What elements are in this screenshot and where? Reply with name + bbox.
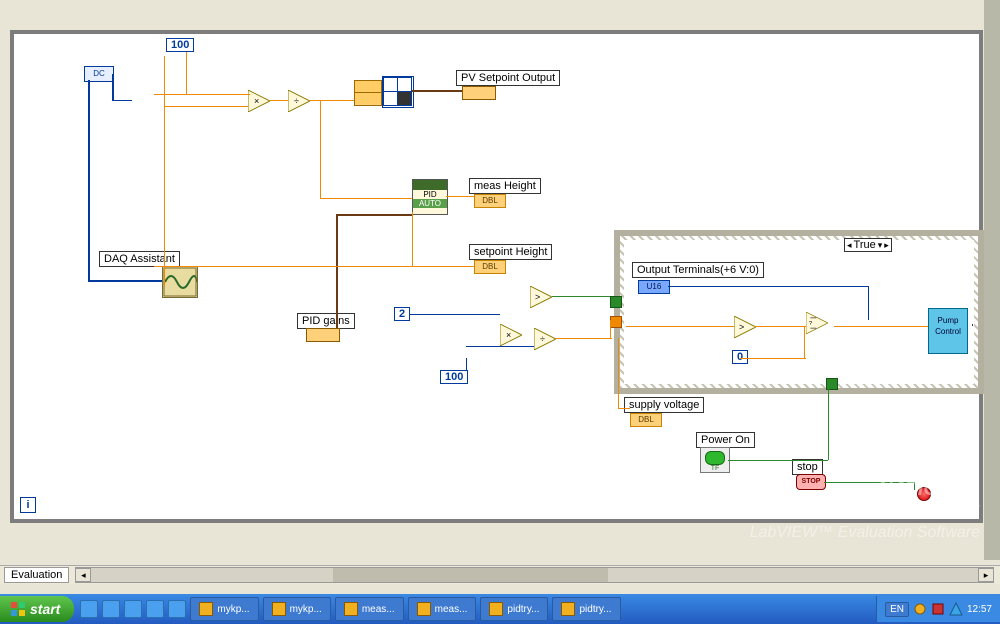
power-on-tf-terminal: TF: [701, 465, 729, 472]
start-label: start: [30, 601, 60, 617]
pid-gains-control[interactable]: [306, 328, 340, 342]
quick-launch-item[interactable]: [102, 600, 120, 618]
app-icon: [344, 602, 358, 616]
multiply-node-1[interactable]: ×: [248, 90, 270, 112]
loop-stop-condition-icon[interactable]: [917, 487, 931, 501]
scroll-right-button[interactable]: ▸: [978, 568, 994, 582]
supply-voltage-dbl-terminal[interactable]: DBL: [630, 413, 662, 427]
app-icon: [561, 602, 575, 616]
pump-control-label: Pump Control: [929, 315, 967, 337]
windows-logo-icon: [10, 601, 26, 617]
svg-text:>: >: [739, 322, 744, 332]
chevron-right-icon[interactable]: ▸: [884, 240, 889, 251]
pv-setpoint-output-indicator[interactable]: [462, 86, 496, 100]
case-selector-value: True: [854, 239, 876, 251]
meas-height-label: meas Height: [469, 178, 541, 194]
windows-taskbar: start mykp... mykp... meas... meas... pi…: [0, 594, 1000, 624]
taskbar-button[interactable]: mykp...: [190, 597, 258, 621]
stop-label: stop: [792, 459, 823, 475]
greater-than-node[interactable]: >: [530, 286, 552, 308]
index-array-node[interactable]: [382, 76, 414, 108]
power-on-boolean-control[interactable]: TF: [700, 447, 730, 473]
numeric-constant-100-top[interactable]: 100: [166, 38, 194, 52]
svg-text:>: >: [535, 292, 540, 302]
start-button[interactable]: start: [0, 596, 74, 622]
divide-node-2[interactable]: ÷: [534, 328, 556, 350]
output-terminals-u16-terminal[interactable]: U16: [638, 280, 670, 294]
quick-launch-item[interactable]: [168, 600, 186, 618]
app-icon: [199, 602, 213, 616]
numeric-constant-0[interactable]: 0: [732, 350, 748, 364]
pid-gains-label: PID gains: [297, 313, 355, 329]
numeric-constant-100-bottom[interactable]: 100: [440, 370, 468, 384]
output-terminals-label: Output Terminals(+6 V:0): [632, 262, 764, 278]
tray-icon[interactable]: [949, 602, 963, 616]
build-array-node[interactable]: [354, 80, 382, 106]
evaluation-tab[interactable]: Evaluation: [4, 567, 69, 583]
svg-text:×: ×: [506, 330, 511, 340]
taskbar-button[interactable]: meas...: [408, 597, 477, 621]
pump-control-vi[interactable]: Pump Control: [928, 308, 968, 354]
taskbar-clock[interactable]: 12:57: [967, 604, 992, 615]
sine-wave-icon: [163, 267, 197, 297]
taskbar-button[interactable]: mykp...: [263, 597, 331, 621]
case-tunnel-left-orange: [610, 316, 622, 328]
language-indicator[interactable]: EN: [885, 602, 909, 617]
horizontal-scrollbar[interactable]: ◂ ▸: [75, 567, 994, 583]
daq-assistant-label: DAQ Assistant: [99, 251, 180, 267]
greater-than-node-inner[interactable]: >: [734, 316, 756, 338]
app-icon: [417, 602, 431, 616]
right-gutter: [984, 0, 1000, 560]
quick-launch-item[interactable]: [146, 600, 164, 618]
watermark-line3: LabVIEW™ Evaluation Software: [750, 522, 980, 544]
quick-launch-item[interactable]: [124, 600, 142, 618]
pv-setpoint-output-label: PV Setpoint Output: [456, 70, 560, 86]
case-structure-inner: ◂ True ▾ ▸ Output Terminals(+6 V:0) U16 …: [624, 240, 974, 384]
dropdown-caret-icon[interactable]: ▾: [878, 240, 883, 251]
taskbar-button[interactable]: pidtry...: [480, 597, 548, 621]
setpoint-height-dbl-terminal[interactable]: DBL: [474, 260, 506, 274]
case-selector[interactable]: ◂ True ▾ ▸: [844, 238, 892, 252]
svg-text:÷: ÷: [294, 96, 299, 106]
divide-node-1[interactable]: ÷: [288, 90, 310, 112]
quick-launch: [80, 600, 186, 618]
scroll-thumb[interactable]: [333, 568, 608, 582]
meas-height-dbl-terminal[interactable]: DBL: [474, 194, 506, 208]
app-icon: [272, 602, 286, 616]
pid-auto-text: AUTO: [413, 199, 447, 208]
taskbar-button[interactable]: meas...: [335, 597, 404, 621]
stop-button-control[interactable]: STOP: [796, 474, 826, 490]
case-tunnel-left-green: [610, 296, 622, 308]
bottom-tab-bar: Evaluation ◂ ▸: [0, 565, 1000, 584]
numeric-constant-2[interactable]: 2: [394, 307, 410, 321]
app-icon: [489, 602, 503, 616]
pid-top-text: PID: [413, 190, 447, 199]
power-on-label: Power On: [696, 432, 755, 448]
quick-launch-item[interactable]: [80, 600, 98, 618]
scroll-left-button[interactable]: ◂: [75, 568, 91, 582]
svg-text:×: ×: [254, 96, 259, 106]
tray-icon[interactable]: [913, 602, 927, 616]
select-node[interactable]: ?: [806, 312, 836, 342]
supply-voltage-label: supply voltage: [624, 397, 704, 413]
led-icon: [705, 451, 725, 465]
while-loop-frame[interactable]: i DC 100 DAQ Assistant × ÷ PV Setpoint O…: [10, 30, 983, 523]
chevron-left-icon[interactable]: ◂: [847, 240, 852, 251]
loop-index-icon: i: [20, 497, 36, 513]
system-tray: EN 12:57: [876, 596, 1000, 622]
setpoint-height-label: setpoint Height: [469, 244, 552, 260]
taskbar-button[interactable]: pidtry...: [552, 597, 620, 621]
pid-vi-node[interactable]: PID AUTO: [412, 179, 448, 215]
daq-assistant-node[interactable]: [162, 266, 198, 298]
svg-text:÷: ÷: [540, 334, 545, 344]
tray-icon[interactable]: [931, 602, 945, 616]
multiply-node-2[interactable]: ×: [500, 324, 522, 346]
labview-block-diagram-window: i DC 100 DAQ Assistant × ÷ PV Setpoint O…: [0, 0, 1000, 624]
